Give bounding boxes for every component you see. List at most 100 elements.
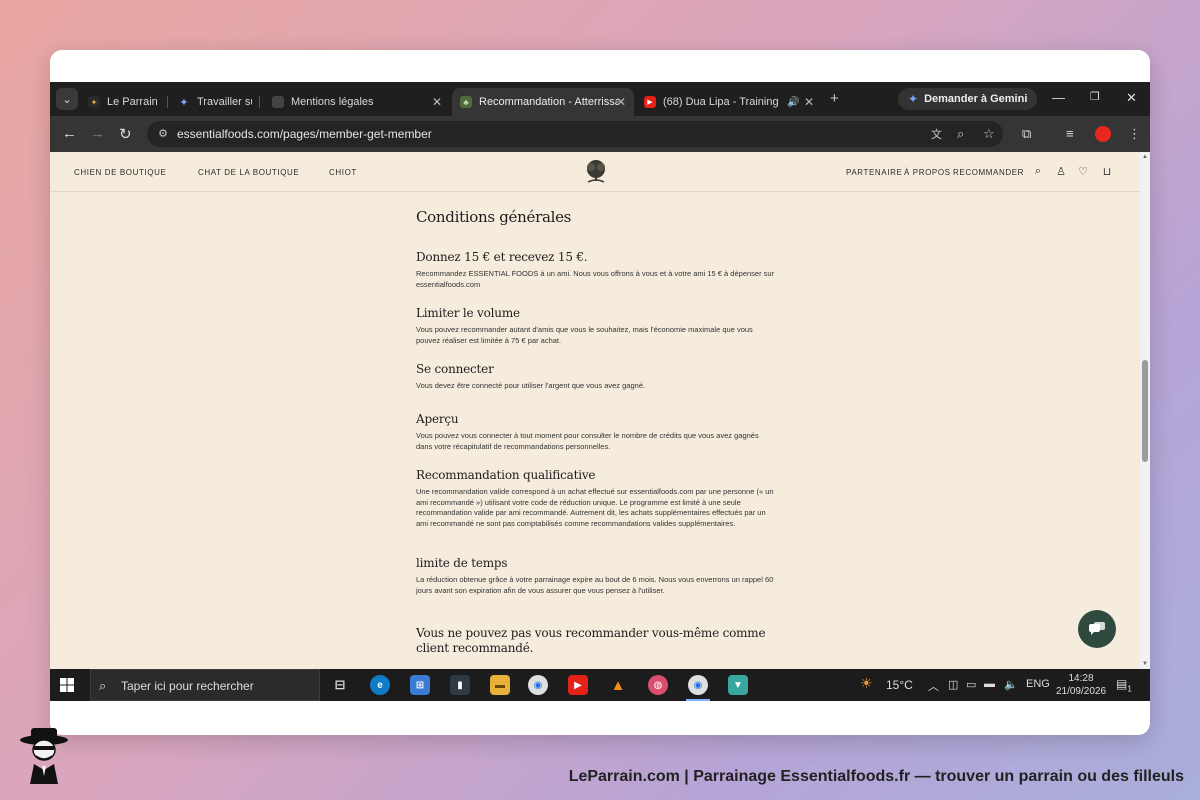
search-icon: ⌕	[99, 678, 107, 693]
translate-icon[interactable]: 文	[931, 126, 942, 142]
nav-recommander[interactable]: RECOMMANDER	[953, 168, 1024, 177]
web-page: CHIEN DE BOUTIQUE CHAT DE LA BOUTIQUE CH…	[50, 152, 1150, 669]
nav-a-propos[interactable]: À PROPOS	[904, 168, 951, 177]
tab-title: Mentions légales	[291, 96, 374, 108]
leparrain-mascot-logo	[20, 728, 68, 784]
chat-support-button[interactable]	[1078, 610, 1116, 648]
meet-icon[interactable]: ◫	[948, 678, 958, 691]
parrain-favicon-icon: ✦	[88, 96, 100, 108]
file-explorer-icon[interactable]: ▬	[490, 675, 510, 695]
scroll-up-icon[interactable]: ▲	[1142, 154, 1148, 160]
weather-icon[interactable]: ☀	[860, 675, 873, 692]
youtube-icon[interactable]: ▶	[568, 675, 588, 695]
tab-search-chevron-icon[interactable]: ⌄	[56, 88, 78, 110]
tab-le-parrain[interactable]: ✦ Le Parrain - L	[80, 88, 168, 116]
chat-bubble-icon	[1089, 622, 1105, 635]
youtube-favicon-icon: ▶	[644, 96, 656, 108]
restore-window-icon[interactable]: ❐	[1090, 90, 1100, 103]
clock-time: 14:28	[1068, 673, 1094, 684]
clock-date: 21/09/2026	[1055, 686, 1107, 697]
tab-youtube[interactable]: ▶ (68) Dua Lipa - Training Se 🔊 ✕	[636, 88, 822, 116]
network-icon[interactable]: ▭	[966, 678, 976, 691]
address-bar[interactable]: ⚙ essentialfoods.com/pages/member-get-me…	[147, 121, 1003, 147]
new-tab-plus-icon[interactable]: +	[830, 90, 839, 107]
notification-count: 1	[1127, 684, 1132, 694]
nav-partenaire[interactable]: PARTENAIRE	[846, 168, 902, 177]
back-arrow-icon[interactable]: ←	[62, 125, 77, 142]
scrollbar-thumb[interactable]	[1142, 360, 1148, 462]
chrome-active-icon[interactable]: ◉	[686, 675, 710, 701]
input-language[interactable]: ENG	[1026, 678, 1050, 690]
battery-icon[interactable]: ▬	[984, 678, 995, 690]
nav-chiot[interactable]: CHIOT	[329, 168, 357, 177]
volume-icon[interactable]: 🔈	[1004, 678, 1018, 691]
notification-center-icon[interactable]: ▤1	[1116, 677, 1132, 693]
essentialfoods-favicon-icon: ♣	[460, 96, 472, 108]
vpn-app-icon[interactable]: ▼	[728, 675, 748, 695]
edge-browser-icon[interactable]: e	[370, 675, 390, 695]
taskbar-search-placeholder: Taper ici pour rechercher	[121, 679, 254, 693]
page-scrollbar[interactable]: ▲ ▼	[1140, 152, 1150, 669]
account-user-icon[interactable]: ♙	[1055, 165, 1067, 178]
ask-gemini-button[interactable]: ✦ Demander à Gemini	[898, 88, 1038, 110]
tray-chevron-up-icon[interactable]: ︿	[928, 678, 939, 694]
paint-palette-icon[interactable]: ◍	[648, 675, 668, 695]
address-url[interactable]: essentialfoods.com/pages/member-get-memb…	[177, 127, 432, 141]
wishlist-heart-icon[interactable]: ♡	[1077, 165, 1089, 178]
system-clock[interactable]: 14:28 21/09/2026	[1050, 672, 1112, 698]
nav-chien-de-boutique[interactable]: CHIEN DE BOUTIQUE	[74, 168, 166, 177]
weather-temperature[interactable]: 15°C	[886, 678, 913, 692]
tab-recommandation[interactable]: ♣ Recommandation - Atterrissag ✕	[452, 88, 634, 116]
extensions-puzzle-icon[interactable]: ⧉	[1022, 126, 1031, 142]
nav-chat-de-la-boutique[interactable]: CHAT DE LA BOUTIQUE	[198, 168, 299, 177]
windows-start-icon[interactable]	[60, 678, 74, 692]
section-title: Recommandation qualificative	[416, 468, 596, 482]
more-menu-icon[interactable]: ⋮	[1128, 126, 1141, 142]
ask-gemini-label: Demander à Gemini	[924, 93, 1028, 105]
app-monitor-icon[interactable]: ▮	[450, 675, 470, 695]
screenshot-card: ⌄ ✦ Le Parrain - L ✦ Travailler sur Ment…	[50, 50, 1150, 735]
close-tab-icon[interactable]: ✕	[804, 95, 814, 109]
forward-arrow-icon[interactable]: →	[90, 125, 105, 142]
chrome-icon[interactable]: ◉	[528, 675, 548, 695]
cart-basket-icon[interactable]: ⊔	[1101, 165, 1113, 178]
tab-title: Le Parrain - L	[107, 96, 160, 108]
page-title: Conditions générales	[416, 208, 572, 226]
section-body: Une recommandation valide correspond à u…	[416, 487, 774, 528]
audio-playing-icon[interactable]: 🔊	[787, 97, 799, 108]
section-title: limite de temps	[416, 556, 508, 570]
taskbar-search[interactable]: ⌕ Taper ici pour rechercher	[90, 669, 320, 701]
tab-mentions-legales[interactable]: Mentions légales ✕	[264, 88, 450, 116]
close-tab-icon[interactable]: ✕	[432, 95, 442, 109]
close-tab-icon[interactable]: ✕	[616, 95, 626, 109]
page-favicon-icon	[272, 96, 284, 108]
store-icon[interactable]: ⊞	[410, 675, 430, 695]
tab-travailler[interactable]: ✦ Travailler sur	[170, 88, 260, 116]
section-title: Se connecter	[416, 362, 494, 376]
tab-strip: ⌄ ✦ Le Parrain - L ✦ Travailler sur Ment…	[50, 82, 1150, 116]
zoom-icon[interactable]: ⌕	[957, 126, 964, 142]
gemini-sparkle-icon: ✦	[908, 92, 919, 106]
browser-window: ⌄ ✦ Le Parrain - L ✦ Travailler sur Ment…	[50, 82, 1150, 701]
task-view-icon[interactable]: ⊟	[330, 675, 350, 695]
minimize-icon[interactable]: —	[1052, 90, 1065, 105]
terms-section: Donnez 15 € et recevez 15 €. Recommandez…	[416, 250, 776, 290]
section-body: La réduction obtenue grâce à votre parra…	[416, 575, 774, 595]
section-title: Aperçu	[416, 412, 459, 426]
section-body: Recommandez ESSENTIAL FOODS à un ami. No…	[416, 269, 775, 289]
terms-section: Aperçu Vous pouvez vous connecter à tout…	[416, 412, 776, 452]
profile-avatar-icon[interactable]	[1095, 126, 1111, 142]
windows-taskbar: ⌕ Taper ici pour rechercher ⊟ e ⊞ ▮ ▬ ◉ …	[50, 669, 1150, 701]
close-window-icon[interactable]: ✕	[1126, 90, 1137, 106]
tree-logo-icon[interactable]	[582, 158, 610, 186]
media-playlist-icon[interactable]: ≡	[1066, 126, 1074, 141]
search-icon[interactable]: ⌕	[1032, 165, 1044, 177]
section-body: Vous devez être connecté pour utiliser l…	[416, 381, 646, 390]
tab-title: (68) Dua Lipa - Training Se	[663, 96, 781, 108]
reload-icon[interactable]: ↻	[119, 125, 132, 143]
scroll-down-icon[interactable]: ▼	[1142, 661, 1148, 667]
bookmark-star-icon[interactable]: ☆	[983, 126, 995, 142]
vlc-cone-icon[interactable]: ▲	[608, 675, 628, 695]
site-settings-icon[interactable]: ⚙	[156, 127, 170, 141]
section-title: Vous ne pouvez pas vous recommander vous…	[416, 626, 766, 655]
